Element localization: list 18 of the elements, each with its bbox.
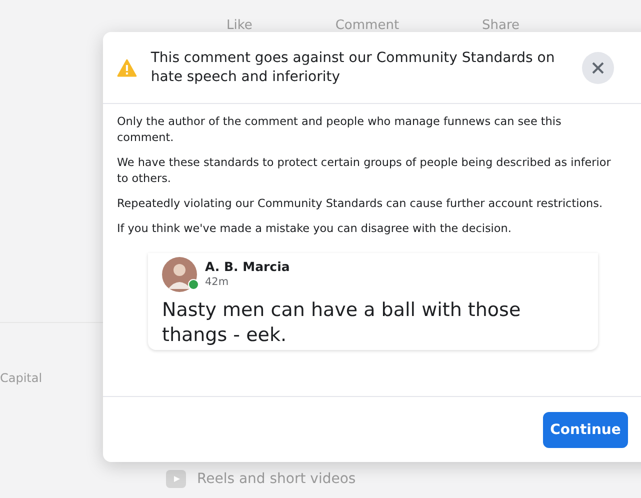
notice-text: If you think we've made a mistake you can disagree with the decision. [117, 221, 512, 237]
warning-icon [117, 58, 137, 76]
post-action[interactable]: Like [226, 18, 252, 33]
notice-text: Repeatedly violating our Community Standards can cause further account restrictions. [117, 196, 604, 212]
post-action[interactable]: Share [482, 18, 520, 33]
continue-button[interactable]: Continue [543, 412, 628, 448]
notice-text: Only the author of the comment and people who manage funnews can see this comment. [117, 114, 562, 146]
comment-text: Nasty men can have a ball with those thangs - eek. [162, 298, 522, 348]
feed-item[interactable]: Reels and short videos [197, 471, 356, 487]
notice-text: We have these standards to protect certain groups of people being described as inferior to others. [117, 155, 612, 187]
post-action[interactable]: Comment [335, 18, 400, 33]
close-button[interactable] [582, 52, 614, 84]
close-icon [591, 60, 606, 74]
dialog-title: This comment goes against our Community Standards on hate speech and inferiority [150, 48, 556, 86]
author-name[interactable]: A. B. Marcia [205, 259, 290, 274]
comment-time: 42m [205, 276, 230, 288]
video-icon [165, 468, 187, 490]
avatar [162, 257, 197, 292]
